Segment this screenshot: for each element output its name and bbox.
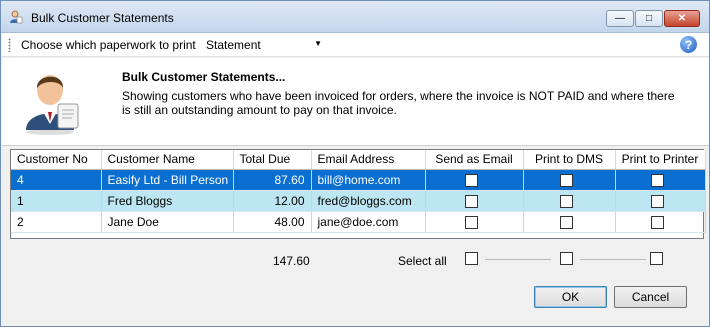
column-print-dms[interactable]: Print to DMS (523, 150, 616, 170)
customer-grid: Customer No Customer Name Total Due Emai… (10, 149, 706, 239)
send-email-checkbox[interactable] (464, 173, 478, 187)
maximize-button[interactable]: □ (635, 10, 663, 27)
table-row[interactable]: 4 Easify Ltd - Bill Person 87.60 bill@ho… (11, 169, 706, 191)
send-email-checkbox[interactable] (464, 215, 478, 229)
cell-customer-name: Easify Ltd - Bill Person (101, 169, 234, 191)
paperwork-selected-value: Statement (206, 38, 261, 52)
toolbar: Choose which paperwork to print Statemen… (2, 33, 709, 57)
column-total-due[interactable]: Total Due (233, 150, 312, 170)
help-icon[interactable]: ? (680, 36, 697, 53)
print-dms-checkbox[interactable] (559, 194, 573, 208)
cell-total-due: 87.60 (233, 169, 312, 191)
table-row[interactable]: 1 Fred Bloggs 12.00 fred@bloggs.com (11, 190, 706, 212)
table-row[interactable]: 2 Jane Doe 48.00 jane@doe.com (11, 211, 706, 233)
select-all-email-checkbox[interactable] (465, 252, 478, 265)
print-printer-checkbox[interactable] (650, 215, 664, 229)
divider (485, 259, 551, 260)
print-printer-checkbox[interactable] (650, 194, 664, 208)
header-panel: Bulk Customer Statements... Showing cust… (2, 58, 709, 146)
select-all-label: Select all (398, 254, 447, 268)
print-printer-checkbox[interactable] (650, 173, 664, 187)
table-header-row: Customer No Customer Name Total Due Emai… (11, 150, 706, 170)
title-bar[interactable]: Bulk Customer Statements — □ ✕ (1, 1, 709, 33)
column-email[interactable]: Email Address (311, 150, 426, 170)
maximize-icon: □ (645, 13, 653, 24)
minimize-button[interactable]: — (606, 10, 634, 27)
header-title: Bulk Customer Statements... (122, 70, 286, 84)
minimize-icon: — (615, 13, 625, 24)
toolbar-grip[interactable] (8, 38, 11, 52)
cell-email: fred@bloggs.com (311, 190, 426, 212)
cell-customer-name: Fred Bloggs (101, 190, 234, 212)
cell-customer-no: 2 (11, 211, 102, 233)
send-email-checkbox[interactable] (464, 194, 478, 208)
cell-total-due: 12.00 (233, 190, 312, 212)
column-send-email[interactable]: Send as Email (425, 150, 524, 170)
print-dms-checkbox[interactable] (559, 215, 573, 229)
customer-statement-icon (26, 75, 79, 135)
print-dms-checkbox[interactable] (559, 173, 573, 187)
divider (580, 259, 646, 260)
total-due-sum: 147.60 (273, 254, 310, 268)
paperwork-select[interactable]: Statement ▼ (202, 36, 326, 54)
customer-table: Customer No Customer Name Total Due Emai… (11, 150, 706, 233)
window-title: Bulk Customer Statements (31, 11, 174, 25)
user-app-icon (10, 10, 23, 24)
header-description: Showing customers who have been invoiced… (122, 89, 675, 117)
cell-customer-no: 4 (11, 169, 102, 191)
column-customer-name[interactable]: Customer Name (101, 150, 234, 170)
cell-customer-name: Jane Doe (101, 211, 234, 233)
select-all-dms-checkbox[interactable] (560, 252, 573, 265)
chevron-down-icon: ▼ (314, 39, 322, 48)
close-button[interactable]: ✕ (664, 10, 700, 27)
paperwork-label: Choose which paperwork to print (21, 38, 196, 52)
cell-email: jane@doe.com (311, 211, 426, 233)
bulk-statements-window: Bulk Customer Statements — □ ✕ Choose wh… (0, 0, 710, 327)
cell-total-due: 48.00 (233, 211, 312, 233)
column-customer-no[interactable]: Customer No (11, 150, 102, 170)
cancel-button[interactable]: Cancel (614, 286, 687, 308)
cell-customer-no: 1 (11, 190, 102, 212)
cell-email: bill@home.com (311, 169, 426, 191)
close-icon: ✕ (677, 13, 687, 24)
column-print-printer[interactable]: Print to Printer (615, 150, 706, 170)
select-all-printer-checkbox[interactable] (650, 252, 663, 265)
ok-button[interactable]: OK (534, 286, 607, 308)
